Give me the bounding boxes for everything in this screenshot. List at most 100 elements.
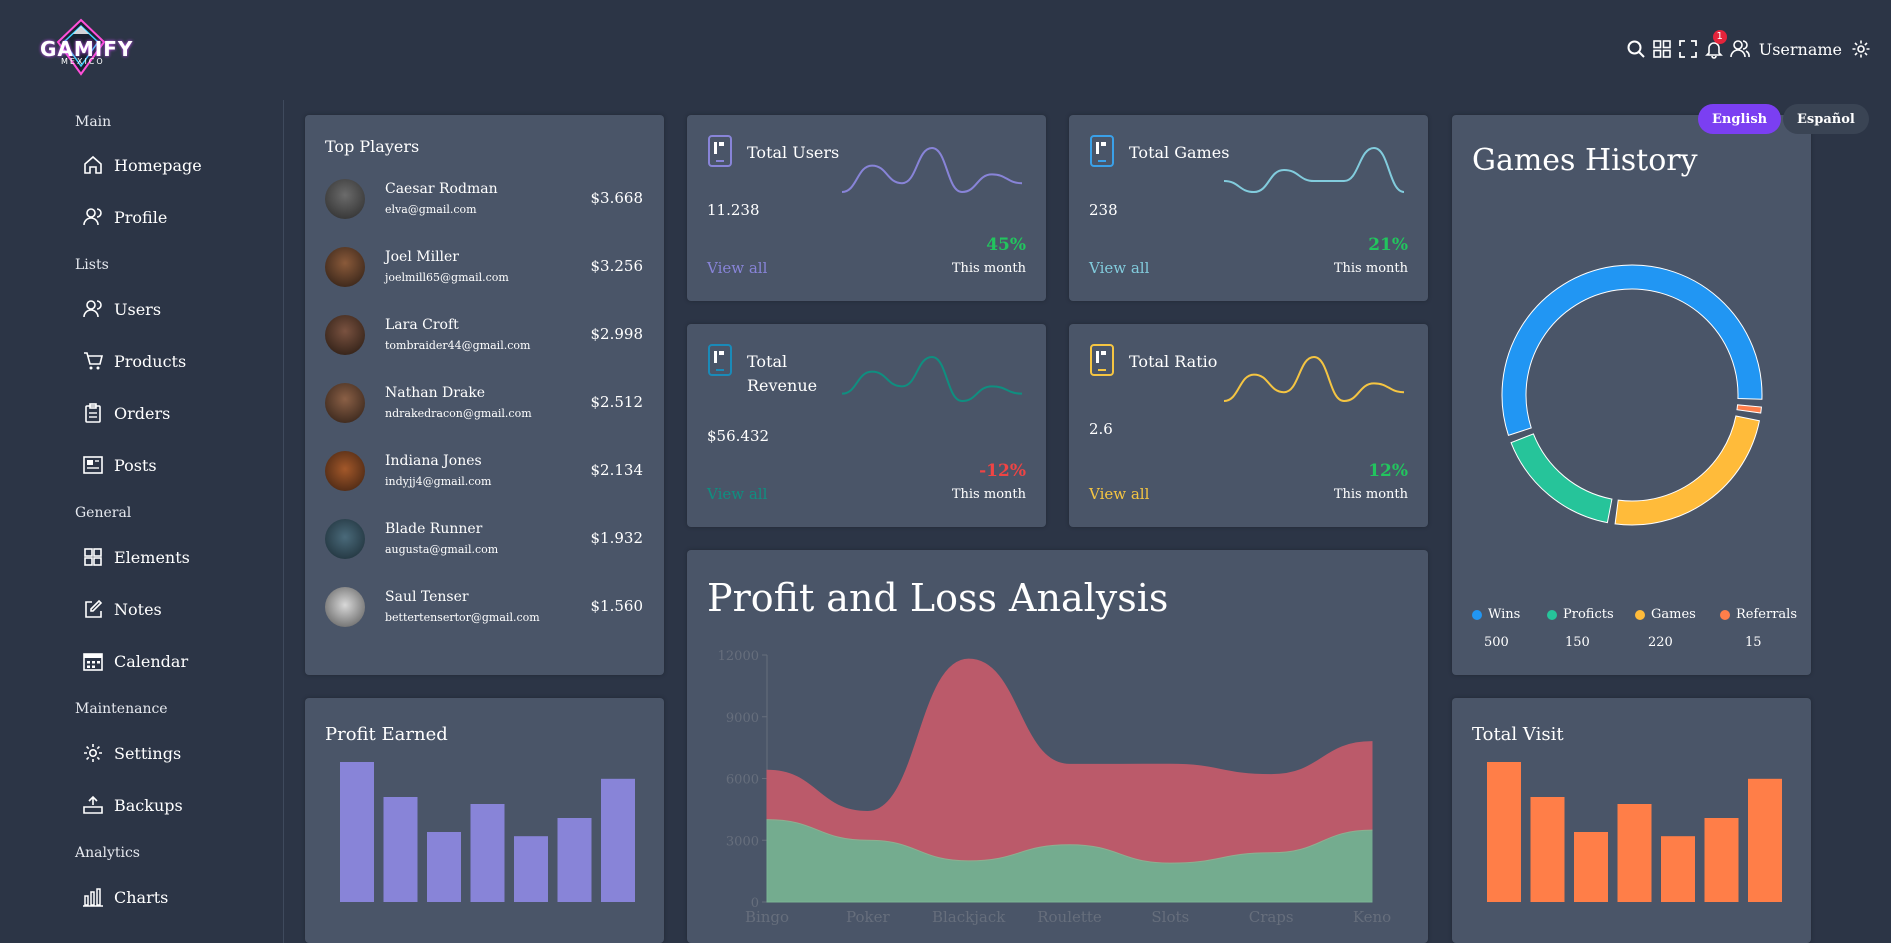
- bar: [1704, 818, 1739, 902]
- sidebar-item-calendar[interactable]: Calendar: [82, 646, 188, 676]
- legend-value: 150: [1565, 635, 1590, 650]
- legend-dot: [1472, 609, 1482, 620]
- total-visit-bars: [1487, 762, 1782, 902]
- avatar: [325, 383, 365, 423]
- bar: [470, 804, 505, 902]
- legend-value: 15: [1745, 635, 1762, 650]
- legend-item-wins: Wins: [1472, 607, 1520, 622]
- grid-icon[interactable]: [1649, 36, 1675, 62]
- bar: [1487, 762, 1521, 902]
- sidebar-item-elements[interactable]: Elements: [82, 542, 190, 572]
- legend-dot: [1547, 609, 1557, 620]
- player-name: Indiana Jones: [385, 453, 482, 469]
- sidebar-item-products[interactable]: Products: [82, 346, 186, 376]
- legend-item-proficts: Proficts: [1547, 607, 1614, 622]
- legend-value: 220: [1648, 635, 1673, 650]
- x-tick-label: Blackjack: [932, 908, 1006, 926]
- language-english-button[interactable]: English: [1698, 104, 1782, 134]
- stat-period: This month: [1333, 261, 1408, 276]
- sidebar-item-label: Posts: [114, 455, 157, 475]
- list-item[interactable]: Blade Runner augusta@gmail.com $1.932: [325, 517, 643, 561]
- stat-period: This month: [951, 487, 1026, 502]
- donut-slice-proficts[interactable]: [1510, 433, 1613, 524]
- area-series-2: [766, 658, 1373, 864]
- x-tick-label: Slots: [1151, 908, 1189, 926]
- x-tick-label: Keno: [1353, 908, 1391, 926]
- stat-period: This month: [951, 261, 1026, 276]
- list-item[interactable]: Nathan Drake ndrakedracon@gmail.com $2.5…: [325, 381, 643, 425]
- card-title: Top Players: [325, 137, 420, 156]
- avatar: [325, 519, 365, 559]
- legend-item-games: Games: [1635, 607, 1696, 622]
- section-title-analytics: Analytics: [75, 845, 140, 861]
- view-all-link[interactable]: View all: [707, 485, 767, 503]
- profit-earned-card: Profit Earned: [305, 698, 664, 943]
- sparkline: [1223, 355, 1405, 403]
- fullscreen-icon[interactable]: [1675, 36, 1701, 62]
- view-all-link[interactable]: View all: [707, 259, 767, 277]
- bar: [1748, 778, 1782, 902]
- view-all-link[interactable]: View all: [1089, 485, 1149, 503]
- calendar-icon: [83, 653, 103, 671]
- bar: [427, 832, 461, 902]
- sidebar-item-notes[interactable]: Notes: [82, 594, 162, 624]
- total-games-card: Total Games 238 View all 21% This month: [1069, 115, 1428, 301]
- player-amount: $1.932: [590, 529, 644, 547]
- gear-icon: [84, 744, 102, 762]
- list-item[interactable]: Joel Miller joelmill65@gmail.com $3.256: [325, 245, 643, 289]
- bar: [1574, 832, 1608, 902]
- sidebar-item-label: Settings: [114, 743, 182, 763]
- list-item[interactable]: Lara Croft tombraider44@gmail.com $2.998: [325, 313, 643, 357]
- section-title-main: Main: [75, 114, 112, 130]
- player-email: augusta@gmail.com: [385, 543, 499, 556]
- donut-slice-referrals[interactable]: [1736, 404, 1762, 414]
- bell-icon[interactable]: 1: [1701, 30, 1727, 62]
- language-spanish-button[interactable]: Español: [1783, 104, 1869, 134]
- stat-percent: -12%: [979, 461, 1026, 481]
- gamify-logo[interactable]: GAMIFY MEXICO: [38, 16, 132, 78]
- sidebar-item-settings[interactable]: Settings: [82, 738, 181, 768]
- user-icon[interactable]: [1727, 36, 1753, 62]
- header-actions: 1 Username: [1623, 30, 1874, 62]
- sparkline-line: [841, 355, 1023, 403]
- view-all-link[interactable]: View all: [1089, 259, 1149, 277]
- username-label[interactable]: Username: [1759, 40, 1842, 59]
- sidebar-item-label: Products: [114, 351, 187, 371]
- list-item[interactable]: Caesar Rodman elva@gmail.com $3.668: [325, 177, 643, 221]
- search-icon[interactable]: [1623, 36, 1649, 62]
- player-email: indyjj4@gmail.com: [385, 475, 492, 488]
- sidebar-item-homepage[interactable]: Homepage: [82, 150, 202, 180]
- games-history-card: Games History Wins 500 Proficts 150 Game…: [1452, 115, 1811, 675]
- y-tick-label: 6000: [726, 773, 759, 788]
- list-item[interactable]: Indiana Jones indyjj4@gmail.com $2.134: [325, 449, 643, 493]
- stat-percent: 21%: [1368, 235, 1408, 255]
- avatar: [325, 587, 365, 627]
- player-amount: $2.512: [590, 393, 644, 411]
- profit-loss-chart: 030006000900012000Bingo Poker Blackjack Rou…: [718, 649, 1392, 926]
- sidebar-item-orders[interactable]: Orders: [82, 398, 170, 428]
- note-icon: [85, 599, 103, 618]
- sidebar-item-users[interactable]: Users: [82, 294, 161, 324]
- player-email: tombraider44@gmail.com: [385, 339, 531, 352]
- legend-item-referrals: Referrals: [1720, 607, 1797, 622]
- sidebar-item-label: Profile: [114, 207, 168, 227]
- sidebar-item-posts[interactable]: Posts: [82, 450, 157, 480]
- sidebar-item-backups[interactable]: Backups: [82, 790, 183, 820]
- bar: [1661, 836, 1695, 902]
- stat-value: 11.238: [707, 201, 760, 219]
- x-tick-label: Poker: [846, 908, 890, 926]
- total-visit-card: Total Visit: [1452, 698, 1811, 943]
- gear-icon[interactable]: [1848, 36, 1874, 62]
- sidebar-item-profile[interactable]: Profile: [82, 202, 167, 232]
- sidebar-item-charts[interactable]: Charts: [82, 882, 168, 912]
- sparkline: [841, 146, 1023, 194]
- donut-slice-wins[interactable]: [1501, 264, 1763, 436]
- donut-slice-games[interactable]: [1614, 415, 1761, 526]
- sidebar-item-label: Orders: [114, 403, 171, 423]
- player-name: Joel Miller: [385, 249, 459, 265]
- list-item[interactable]: Saul Tenser bettertensertor@gmail.com $1…: [325, 585, 643, 629]
- y-tick-label: 12000: [718, 649, 759, 664]
- card-title: Total Visit: [1472, 724, 1564, 745]
- legend-dot: [1720, 609, 1730, 620]
- total-users-card: Total Users 11.238 View all 45% This mon…: [687, 115, 1046, 301]
